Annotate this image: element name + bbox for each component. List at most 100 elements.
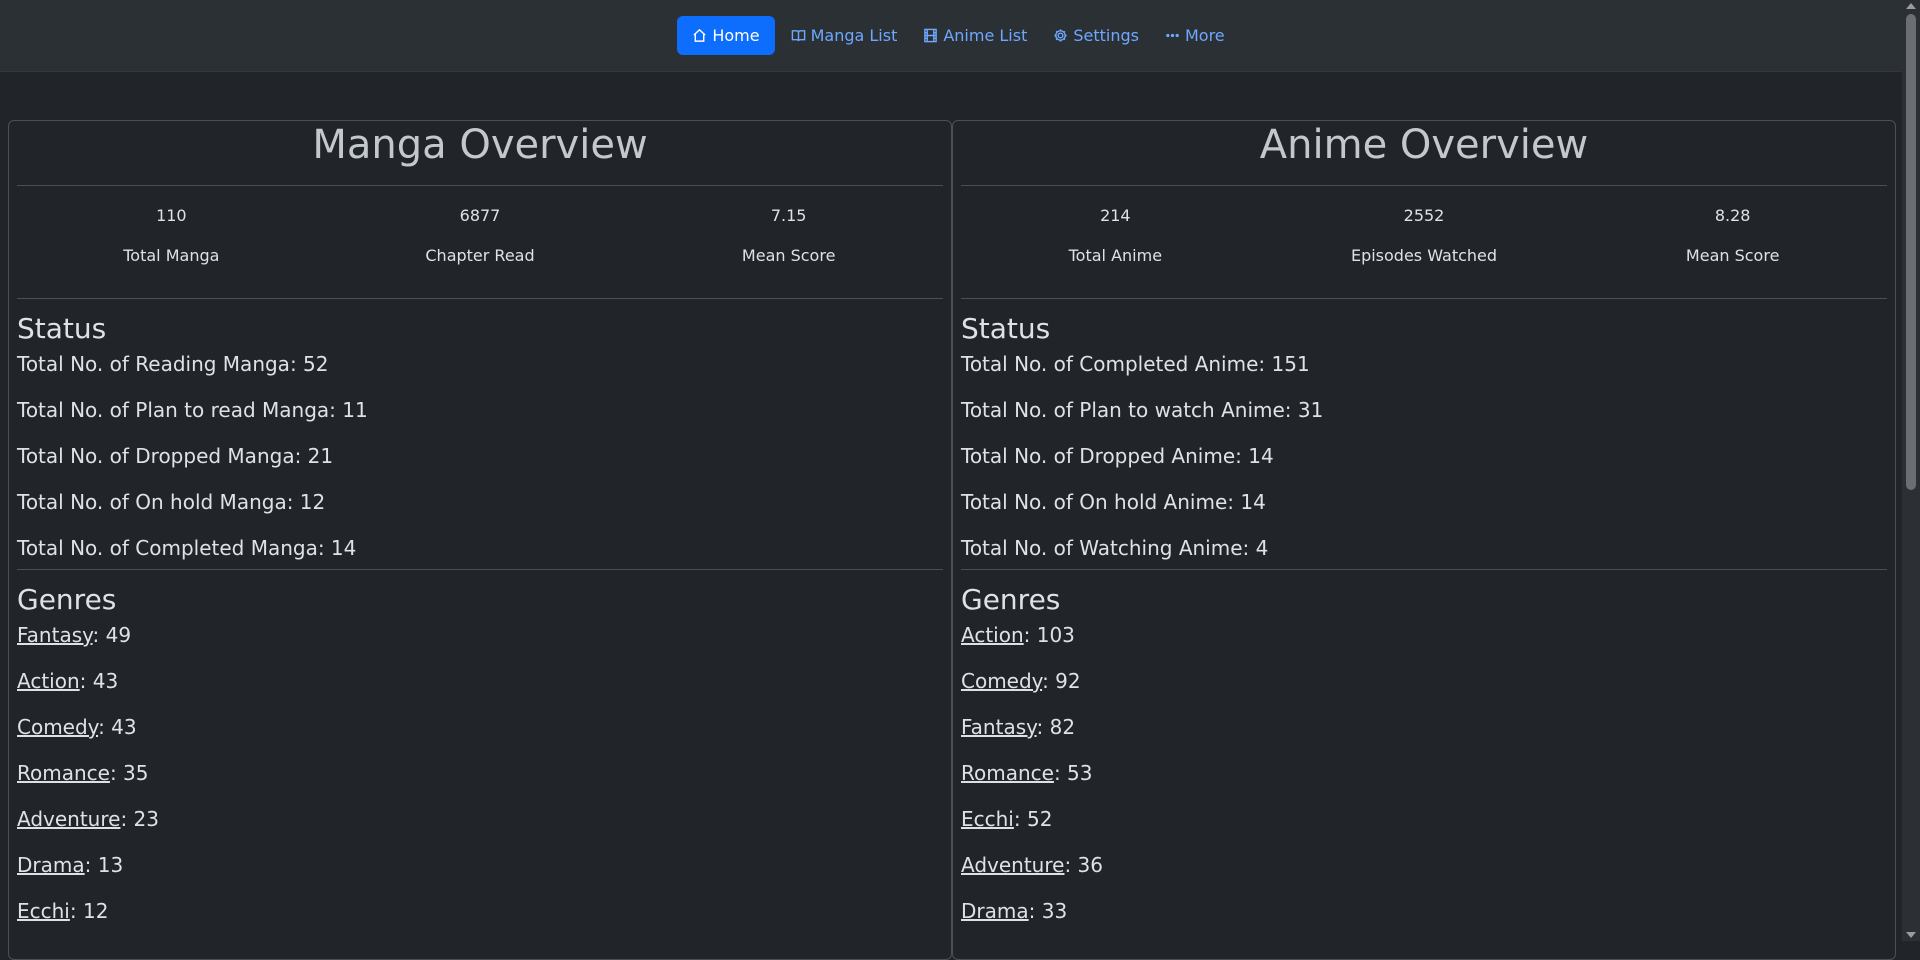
genre-count: : 35 — [109, 761, 149, 785]
anime-status-item: Total No. of On hold Anime: 14 — [961, 490, 1266, 514]
nav-more-label: More — [1184, 26, 1225, 45]
anime-genre-item: Ecchi: 52 — [961, 804, 1887, 850]
genre-link[interactable]: Fantasy — [17, 623, 93, 647]
genre-link[interactable]: Ecchi — [961, 807, 1014, 831]
film-icon — [924, 28, 938, 43]
anime-genre-item: Romance: 53 — [961, 758, 1887, 804]
stat-label: Total Anime — [1068, 246, 1163, 265]
stat-chapters-read: 6877 Chapter Read — [326, 186, 635, 298]
manga-overview-title: Manga Overview — [312, 122, 648, 168]
nav-home-label: Home — [712, 26, 760, 45]
anime-status-heading: Status — [961, 312, 1051, 345]
anime-genre-item: Adventure: 36 — [961, 850, 1887, 896]
nav-more[interactable]: More — [1155, 16, 1235, 55]
stat-manga-mean-score: 7.15 Mean Score — [634, 186, 943, 298]
top-navbar: Home Manga List Anime List Settings More — [0, 0, 1902, 72]
stat-value: 7.15 — [770, 206, 807, 225]
anime-overview-card: Anime Overview 214 Total Anime 2552 Epis… — [952, 120, 1896, 960]
anime-genre-item: Action: 103 — [961, 620, 1887, 666]
stat-total-anime: 214 Total Anime — [961, 186, 1270, 298]
genre-link[interactable]: Action — [961, 623, 1024, 647]
manga-status-item: Total No. of On hold Manga: 12 — [17, 490, 326, 514]
anime-genre-item: Comedy: 92 — [961, 666, 1887, 712]
genre-link[interactable]: Adventure — [961, 853, 1064, 877]
gear-icon — [1054, 29, 1067, 42]
genre-count: : 23 — [120, 807, 159, 831]
genre-count: : 53 — [1053, 761, 1093, 785]
manga-genre-item: Ecchi: 12 — [17, 896, 943, 942]
anime-status-item: Total No. of Completed Anime: 151 — [961, 352, 1310, 376]
stat-total-manga: 110 Total Manga — [17, 186, 326, 298]
anime-status-item: Total No. of Watching Anime: 4 — [961, 536, 1269, 560]
manga-genre-item: Drama: 13 — [17, 850, 943, 896]
manga-genre-item: Comedy: 43 — [17, 712, 943, 758]
genre-count: : 36 — [1064, 853, 1103, 877]
anime-status-item: Total No. of Dropped Anime: 14 — [961, 444, 1274, 468]
manga-status-item: Total No. of Plan to read Manga: 11 — [17, 398, 368, 422]
nav-settings-label: Settings — [1073, 26, 1139, 45]
genre-count: : 12 — [69, 899, 109, 923]
nav-settings[interactable]: Settings — [1043, 16, 1149, 55]
anime-genre-item: Drama: 33 — [961, 896, 1887, 942]
anime-genres-heading: Genres — [961, 583, 1061, 616]
nav-manga-list-label: Manga List — [810, 26, 898, 45]
genre-count: : 82 — [1036, 715, 1076, 739]
genre-link[interactable]: Comedy — [17, 715, 98, 739]
scroll-up-arrow-icon[interactable] — [1906, 3, 1916, 9]
stat-label: Chapter Read — [425, 246, 535, 265]
manga-genre-item: Action: 43 — [17, 666, 943, 712]
nav-list: Home Manga List Anime List Settings More — [677, 16, 1234, 55]
genre-count: : 103 — [1023, 623, 1075, 647]
vertical-scrollbar[interactable] — [1902, 0, 1920, 941]
genre-link[interactable]: Ecchi — [17, 899, 70, 923]
stat-value: 8.28 — [1714, 206, 1751, 225]
nav-home[interactable]: Home — [677, 16, 775, 55]
genre-count: : 43 — [98, 715, 137, 739]
genre-count: : 33 — [1028, 899, 1068, 923]
book-icon — [791, 30, 805, 42]
genre-link[interactable]: Drama — [17, 853, 85, 877]
genre-link[interactable]: Romance — [961, 761, 1054, 785]
nav-manga-list[interactable]: Manga List — [781, 16, 908, 55]
anime-overview-title: Anime Overview — [1259, 122, 1589, 168]
manga-genre-item: Romance: 35 — [17, 758, 943, 804]
anime-status-item: Total No. of Plan to watch Anime: 31 — [961, 398, 1324, 422]
genre-link[interactable]: Drama — [961, 899, 1029, 923]
anime-genre-item: Fantasy: 82 — [961, 712, 1887, 758]
manga-status-heading: Status — [17, 312, 107, 345]
manga-status-item: Total No. of Reading Manga: 52 — [17, 352, 329, 376]
genre-link[interactable]: Fantasy — [961, 715, 1037, 739]
nav-anime-list-label: Anime List — [943, 26, 1028, 45]
manga-status-item: Total No. of Dropped Manga: 21 — [17, 444, 334, 468]
genre-link[interactable]: Romance — [17, 761, 110, 785]
genre-count: : 52 — [1013, 807, 1053, 831]
stat-value: 6877 — [459, 206, 501, 225]
manga-genre-item: Fantasy: 49 — [17, 620, 943, 666]
manga-genre-item: Adventure: 23 — [17, 804, 943, 850]
stat-label: Mean Score — [1685, 246, 1780, 265]
manga-overview-card: Manga Overview 110 Total Manga 6877 Chap… — [8, 120, 952, 960]
stat-value: 2552 — [1403, 206, 1445, 225]
genre-link[interactable]: Action — [17, 669, 80, 693]
genre-count: : 13 — [84, 853, 124, 877]
stat-label: Episodes Watched — [1350, 246, 1498, 265]
scroll-down-arrow-icon[interactable] — [1906, 932, 1916, 938]
genre-link[interactable]: Adventure — [17, 807, 120, 831]
manga-status-item: Total No. of Completed Manga: 14 — [17, 536, 357, 560]
nav-anime-list[interactable]: Anime List — [913, 16, 1037, 55]
stat-anime-mean-score: 8.28 Mean Score — [1578, 186, 1887, 298]
genre-count: : 43 — [79, 669, 119, 693]
genre-count: : 92 — [1042, 669, 1081, 693]
genre-count: : 49 — [92, 623, 132, 647]
stat-value: 110 — [156, 206, 187, 225]
home-icon — [693, 28, 706, 42]
manga-stats: 110 Total Manga 6877 Chapter Read 7.15 M… — [17, 186, 943, 298]
scrollbar-thumb[interactable] — [1906, 14, 1916, 490]
ellipsis-icon — [1166, 33, 1179, 38]
stat-label: Mean Score — [741, 246, 836, 265]
manga-genres-heading: Genres — [17, 583, 117, 616]
genre-link[interactable]: Comedy — [961, 669, 1042, 693]
stat-label: Total Manga — [123, 246, 220, 265]
stat-value: 214 — [1100, 206, 1131, 225]
anime-stats: 214 Total Anime 2552 Episodes Watched 8.… — [961, 186, 1887, 298]
